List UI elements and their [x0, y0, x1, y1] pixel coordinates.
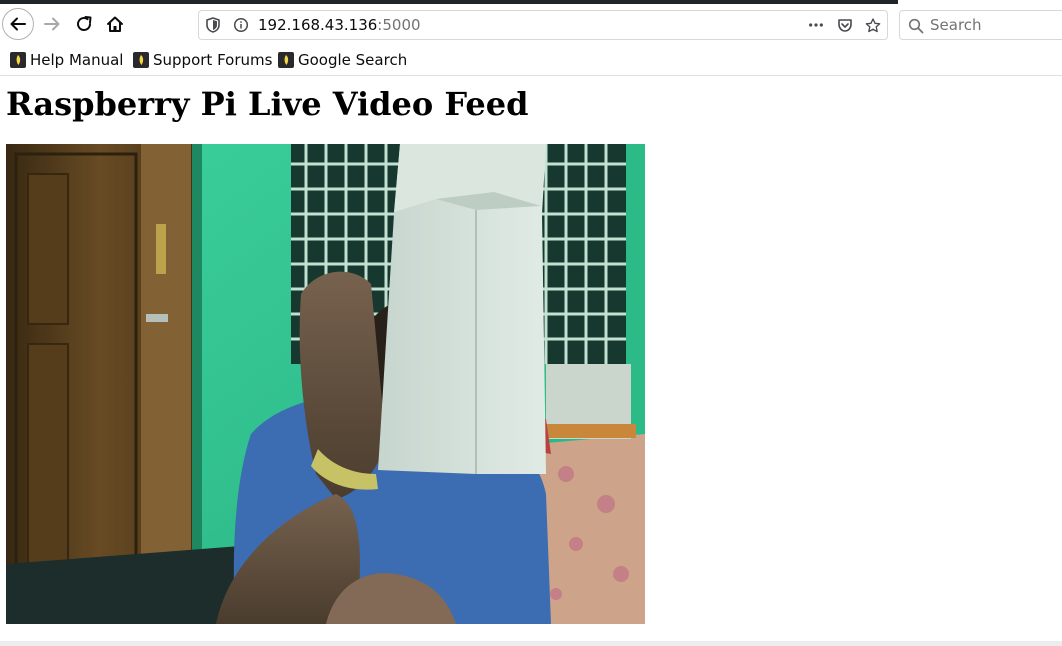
- reload-button[interactable]: [68, 8, 100, 40]
- page-title: Raspberry Pi Live Video Feed: [6, 85, 529, 123]
- home-icon: [107, 16, 123, 32]
- tracking-protection-icon[interactable]: [205, 17, 221, 33]
- video-feed-frame: [6, 144, 645, 624]
- search-bar[interactable]: Search: [899, 10, 1062, 40]
- arrow-left-icon: [10, 17, 26, 31]
- bookmark-label: Help Manual: [30, 51, 124, 69]
- page-actions-icon[interactable]: [808, 17, 824, 33]
- search-placeholder: Search: [930, 16, 982, 34]
- search-icon: [908, 18, 924, 34]
- bookmark-favicon-icon: [133, 52, 149, 68]
- bookmarks-toolbar: Help Manual Support Forums Google Search: [0, 44, 1062, 76]
- url-host: 192.168.43.136: [258, 16, 378, 34]
- bookmark-label: Google Search: [298, 51, 408, 69]
- bookmark-support-forums[interactable]: Support Forums: [133, 50, 272, 70]
- bookmark-google-search[interactable]: Google Search: [278, 50, 407, 70]
- status-strip: [0, 641, 1062, 646]
- url-bar[interactable]: 192.168.43.136:5000: [198, 10, 888, 40]
- bookmark-favicon-icon: [10, 52, 26, 68]
- video-feed: [6, 144, 645, 624]
- reload-icon: [77, 16, 92, 31]
- bookmark-favicon-icon: [278, 52, 294, 68]
- browser-toolbar: 192.168.43.136:5000 Search: [0, 4, 1062, 44]
- bookmark-star-icon[interactable]: [865, 17, 881, 33]
- bookmark-label: Support Forums: [153, 51, 273, 69]
- url-text[interactable]: 192.168.43.136:5000: [258, 16, 421, 34]
- url-port: :5000: [377, 16, 421, 34]
- bookmark-help-manual[interactable]: Help Manual: [10, 50, 123, 70]
- back-button[interactable]: [2, 8, 34, 40]
- home-button[interactable]: [99, 8, 131, 40]
- site-info-icon[interactable]: [233, 17, 249, 33]
- pocket-icon[interactable]: [837, 17, 853, 33]
- page-content: Raspberry Pi Live Video Feed: [0, 76, 1062, 642]
- forward-button[interactable]: [36, 8, 68, 40]
- arrow-right-icon: [44, 17, 60, 31]
